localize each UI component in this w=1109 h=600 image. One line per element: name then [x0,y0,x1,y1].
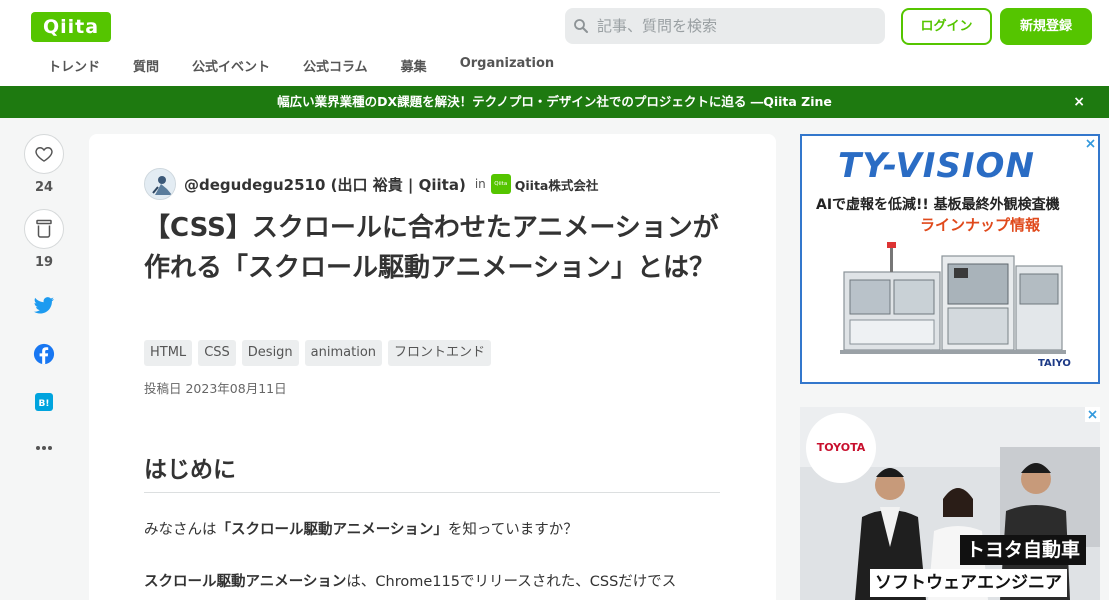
action-rail: 24 19 B! [24,134,64,460]
search-input[interactable] [597,8,877,44]
ad-maker-logo: TAIYO [1038,358,1071,369]
share-twitter[interactable] [24,294,64,318]
search-box[interactable] [565,8,885,44]
ad-close-icon[interactable] [1085,407,1100,422]
ad-tagline-accent: ラインナップ情報 [920,216,1041,234]
login-button[interactable]: ログイン [901,8,992,45]
article-title: 【CSS】スクロールに合わせたアニメーションが作れる「スクロール駆動アニメーショ… [144,213,719,283]
avatar[interactable] [144,168,176,200]
tag-frontend[interactable]: フロントエンド [388,340,492,366]
in-label: in [474,177,486,191]
para1-bold: 「スクロール駆動アニメーション」 [216,522,448,538]
search-icon [574,19,588,33]
stock-button[interactable] [24,209,64,249]
heart-icon [35,147,53,162]
para1-text: みなさんは [144,522,217,538]
para2-text: は、Chrome115でリリースされた、CSSだけでス [346,574,677,590]
avatar-image [145,169,175,199]
intro-paragraph: みなさんは「スクロール駆動アニメーション」を知っていますか？ [144,518,724,539]
share-hatena[interactable]: B! [24,390,64,414]
organization-name[interactable]: Qiita株式会社 [515,175,599,194]
more-dots-icon [36,446,52,450]
tag-html[interactable]: HTML [144,340,193,366]
body-paragraph: スクロール駆動アニメーションは、Chrome115でリリースされた、CSSだけで… [144,570,724,591]
ad-tyvision[interactable]: TY-VISION AIで虚報を低減!! 基板最終外観検査機 ラインナップ情報 … [800,134,1100,384]
nav-organization[interactable]: Organization [460,56,554,75]
inspection-machine-image [830,238,1070,358]
share-facebook[interactable] [24,342,64,366]
ad-toyota[interactable]: TOYOTA トヨタ自動車 ソフトウェアエンジニア [800,407,1100,600]
main-nav: トレンド 質問 公式イベント 公式コラム 募集 Organization [48,56,587,75]
promo-banner-text[interactable]: 幅広い業界業種のDX課題を解決！テクノプロ・デザイン社でのプロジェクトに迫る ―… [277,94,832,109]
nav-recruit[interactable]: 募集 [401,56,427,75]
close-icon[interactable]: × [1073,86,1085,118]
ad-caption-company: トヨタ自動車 [960,535,1087,565]
nav-official-events[interactable]: 公式イベント [192,56,270,75]
ad-close-icon[interactable] [1083,136,1098,151]
tag-design[interactable]: Design [241,340,299,366]
article-card: @degudegu2510 (出口 裕貴 | Qiita) in Qiita Q… [89,134,776,600]
nav-official-columns[interactable]: 公式コラム [303,56,368,75]
stock-icon [36,219,52,238]
hatena-bookmark-icon: B! [35,393,53,411]
author-name[interactable]: @degudegu2510 (出口 裕貴 | Qiita) [184,174,466,195]
ad-caption-role: ソフトウェアエンジニア [870,569,1067,597]
tag-list: HTML CSS Design animation フロントエンド [144,340,492,366]
tag-animation[interactable]: animation [304,340,383,366]
tag-css[interactable]: CSS [198,340,236,366]
posted-date: 投稿日 2023年08月11日 [144,381,287,396]
svg-text:B!: B! [39,399,50,409]
twitter-icon [33,297,54,314]
promo-banner[interactable]: 幅広い業界業種のDX課題を解決！テクノプロ・デザイン社でのプロジェクトに迫る ―… [0,86,1109,118]
toyota-logo: TOYOTA [806,413,876,483]
site-header: Qiita ログイン 新規登録 トレンド 質問 公式イベント 公式コラム 募集 … [0,0,1109,86]
signup-button[interactable]: 新規登録 [1000,8,1092,45]
ad-tagline: AIで虚報を低減!! 基板最終外観検査機 [816,197,1060,213]
like-count: 24 [34,180,54,195]
like-button[interactable] [24,134,64,174]
more-options[interactable] [24,436,64,460]
stock-count: 19 [34,255,54,270]
facebook-icon [33,343,55,365]
organization-logo[interactable]: Qiita [490,174,511,194]
para2-bold: スクロール駆動アニメーション [144,574,347,590]
nav-trend[interactable]: トレンド [48,56,100,75]
author-line: @degudegu2510 (出口 裕貴 | Qiita) in Qiita Q… [144,168,598,200]
para1-text-end: を知っていますか？ [447,522,578,538]
ad-brand: TY-VISION [838,146,1035,186]
qiita-logo[interactable]: Qiita [31,12,111,42]
section-heading: はじめに [144,450,720,493]
nav-questions[interactable]: 質問 [133,56,159,75]
